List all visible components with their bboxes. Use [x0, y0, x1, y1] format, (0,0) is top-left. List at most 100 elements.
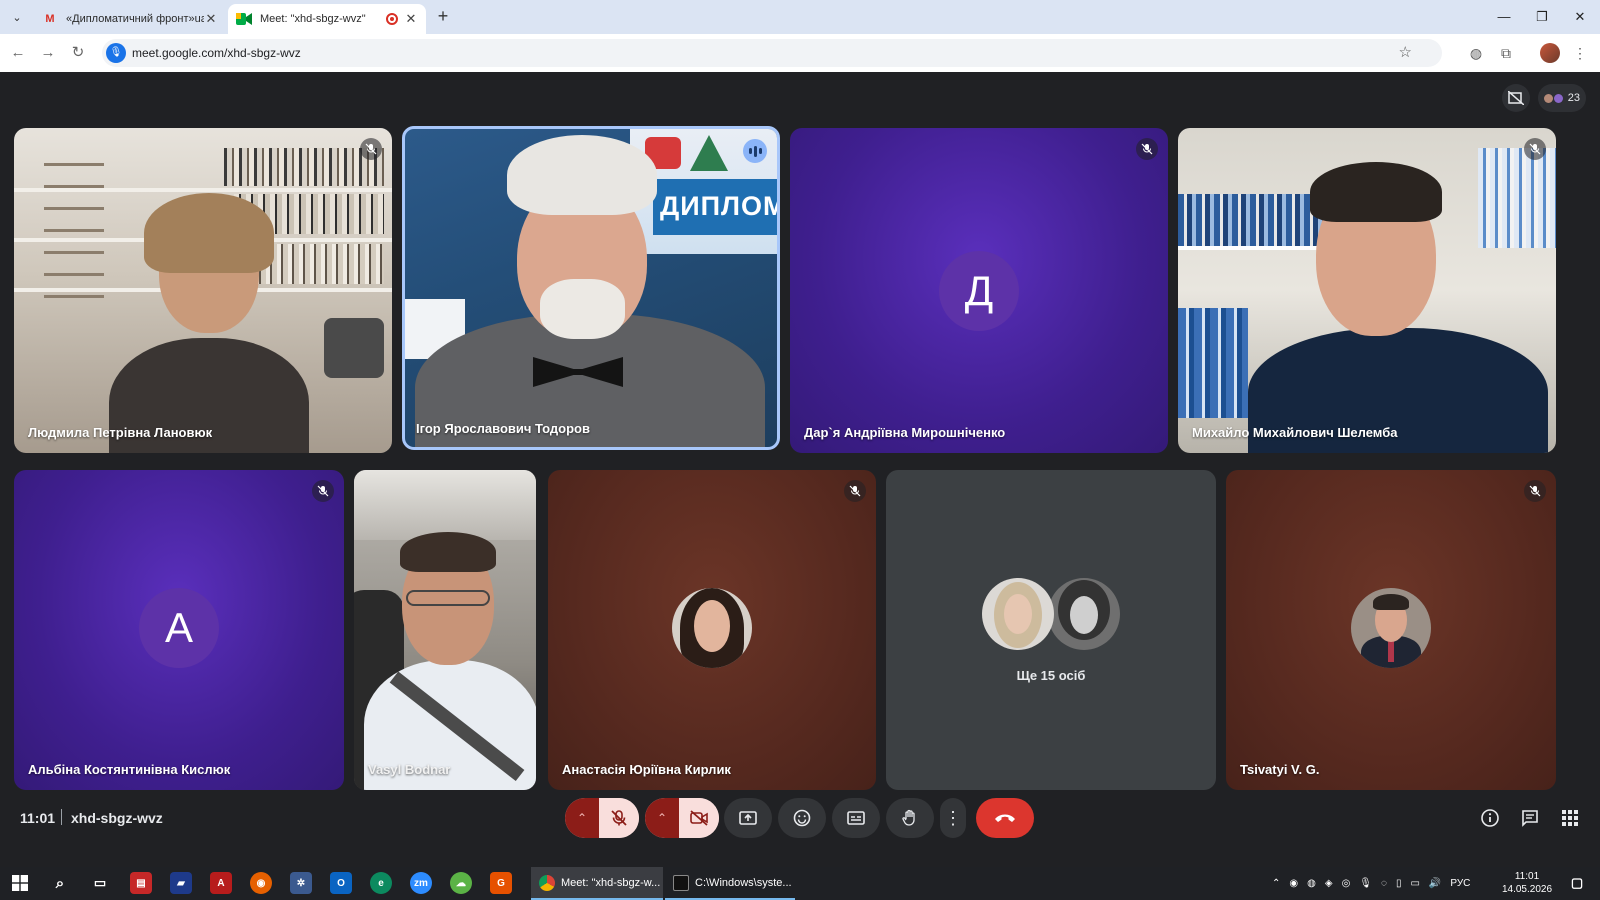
- minimize-button[interactable]: —: [1488, 4, 1520, 30]
- video-settings-chevron-icon[interactable]: ⌃: [645, 798, 679, 838]
- translate-icon[interactable]: ◍: [1466, 43, 1486, 63]
- microphone-tray-icon[interactable]: 🎙: [1359, 878, 1372, 889]
- volume-tray-icon[interactable]: 🔊: [1429, 878, 1441, 889]
- outlook-icon[interactable]: O: [330, 872, 352, 894]
- system-tray: ⌃ ◉ ◍ ◈ ◎ 🎙 ◌ ▯ ▭ 🔊 РУС: [1272, 867, 1470, 900]
- bookmark-star-icon[interactable]: ☆: [1399, 43, 1412, 61]
- viber-tray-icon[interactable]: ◎: [1342, 878, 1351, 889]
- chrome-icon: [539, 874, 555, 891]
- tab-meet[interactable]: Meet: "xhd-sbgz-wvz" ✕: [228, 4, 426, 34]
- present-screen-button[interactable]: [724, 798, 772, 838]
- participant-tile[interactable]: А Альбіна Костянтинівна Кислюк: [14, 470, 344, 790]
- participant-tile[interactable]: Людмила Петрівна Лановюк: [14, 128, 392, 453]
- leave-call-button[interactable]: [976, 798, 1034, 838]
- firefox-icon[interactable]: ◉: [250, 872, 272, 894]
- folder-app-icon[interactable]: ▰: [170, 872, 192, 894]
- mic-toggle-button[interactable]: [599, 798, 639, 838]
- participant-name: Vasyl Bodnar: [368, 762, 451, 777]
- taskbar-app-label: C:\Windows\syste...: [695, 876, 792, 889]
- profile-avatar[interactable]: [1540, 43, 1560, 63]
- back-icon[interactable]: ←: [8, 43, 28, 63]
- info-icon: [1481, 809, 1499, 827]
- usb-tray-icon[interactable]: ▯: [1396, 878, 1402, 889]
- activities-button[interactable]: [1558, 806, 1582, 830]
- cmd-icon: [673, 874, 689, 891]
- windows-start-icon[interactable]: [9, 872, 31, 894]
- cloud-app-icon[interactable]: ☁: [450, 872, 472, 894]
- camera-toggle-button[interactable]: [679, 798, 719, 838]
- emoji-icon: [793, 809, 811, 827]
- microphone-site-icon[interactable]: 🎙: [106, 43, 126, 63]
- participant-tile[interactable]: Д Дар`я Андріївна Мирошніченко: [790, 128, 1168, 453]
- reload-icon[interactable]: ↻: [68, 43, 88, 63]
- pdf-reader-icon[interactable]: A: [210, 872, 232, 894]
- participant-initial-avatar: А: [139, 588, 219, 668]
- hidden-tiles-button[interactable]: [1501, 84, 1530, 112]
- close-window-button[interactable]: ✕: [1564, 4, 1596, 30]
- tab-gmail[interactable]: M «Дипломатичний фронт»ua - I ✕: [34, 4, 226, 34]
- more-options-button[interactable]: ⋮: [940, 798, 966, 838]
- show-hidden-icons-chevron-icon[interactable]: ⌃: [1272, 878, 1280, 889]
- participants-button[interactable]: 23: [1537, 84, 1586, 112]
- globe-tray-icon[interactable]: ◌: [1381, 878, 1387, 889]
- task-view-icon[interactable]: ▭: [89, 872, 111, 894]
- zoom-icon[interactable]: zm: [410, 872, 432, 894]
- microphone-control: ⌃: [565, 798, 639, 838]
- settings-app-icon[interactable]: ✲: [290, 872, 312, 894]
- browser-tab-strip: ⌄ M «Дипломатичний фронт»ua - I ✕ Meet: …: [0, 0, 1600, 34]
- calendar-app-icon[interactable]: ▤: [130, 872, 152, 894]
- record-tray-icon[interactable]: ◉: [1289, 878, 1298, 889]
- windows-taskbar: ⌕ ▭ ▤ ▰ A ◉ ✲ O e zm ☁ G Meet: "xhd-sbgz…: [0, 867, 1600, 900]
- gmail-icon: M: [45, 13, 55, 25]
- extensions-icon[interactable]: ⧉: [1496, 43, 1516, 63]
- reactions-button[interactable]: [778, 798, 826, 838]
- muted-mic-icon: [1524, 480, 1546, 502]
- omnibox[interactable]: 🎙 meet.google.com/xhd-sbgz-wvz ☆: [102, 39, 1442, 67]
- tab-search-button[interactable]: ⌄: [6, 6, 28, 28]
- muted-mic-icon: [312, 480, 334, 502]
- muted-mic-icon: [1524, 138, 1546, 160]
- muted-mic-icon: [844, 480, 866, 502]
- participant-photo-avatar: [1351, 588, 1431, 668]
- participant-tile-active-speaker[interactable]: ДИПЛОМА Ігор Ярославович Тодоров: [402, 126, 780, 450]
- participant-tile[interactable]: Vasyl Bodnar: [354, 470, 536, 790]
- audio-settings-chevron-icon[interactable]: ⌃: [565, 798, 599, 838]
- participant-avatars-icon: [1543, 93, 1563, 103]
- language-indicator[interactable]: РУС: [1450, 878, 1470, 889]
- orange-app-icon[interactable]: G: [490, 872, 512, 894]
- new-tab-button[interactable]: +: [432, 5, 454, 27]
- url-text: meet.google.com/xhd-sbgz-wvz: [132, 46, 301, 60]
- banner-text: ДИПЛОМА: [660, 191, 777, 221]
- present-icon: [739, 811, 757, 825]
- chat-button[interactable]: [1518, 806, 1542, 830]
- address-bar-row: ← → ↻ 🎙 meet.google.com/xhd-sbgz-wvz ☆ ◍…: [0, 34, 1600, 72]
- speaking-indicator-icon: [743, 139, 767, 163]
- close-tab-icon[interactable]: ✕: [404, 11, 418, 27]
- meeting-info-button[interactable]: [1478, 806, 1502, 830]
- taskbar-app-chrome[interactable]: Meet: "xhd-sbgz-w...: [531, 867, 663, 900]
- forward-icon[interactable]: →: [38, 43, 58, 63]
- notifications-icon[interactable]: ▢: [1566, 872, 1588, 894]
- restore-button[interactable]: ❐: [1526, 4, 1558, 30]
- participant-tile[interactable]: Анастасія Юріївна Кирлик: [548, 470, 876, 790]
- participant-count: 23: [1567, 92, 1580, 104]
- raise-hand-button[interactable]: [886, 798, 934, 838]
- others-tile[interactable]: Ще 15 осіб: [886, 470, 1216, 790]
- network-app-tray-icon[interactable]: ◈: [1325, 878, 1333, 889]
- steam-tray-icon[interactable]: ◍: [1307, 878, 1316, 889]
- browser-menu-icon[interactable]: ⋮: [1570, 43, 1590, 63]
- captions-button[interactable]: [832, 798, 880, 838]
- network-tray-icon[interactable]: ▭: [1410, 878, 1419, 889]
- taskbar-app-cmd[interactable]: C:\Windows\syste...: [665, 867, 795, 900]
- participant-name: Михайло Михайлович Шелемба: [1192, 425, 1398, 440]
- participant-tile[interactable]: Михайло Михайлович Шелемба: [1178, 128, 1556, 453]
- system-clock[interactable]: 11:01 14.05.2026: [1496, 870, 1558, 896]
- close-tab-icon[interactable]: ✕: [204, 11, 218, 27]
- edge-icon[interactable]: e: [370, 872, 392, 894]
- participant-tile[interactable]: Tsivatyi V. G.: [1226, 470, 1556, 790]
- search-icon[interactable]: ⌕: [49, 872, 71, 894]
- participant-photo-avatar: [1048, 578, 1120, 650]
- muted-mic-icon: [360, 138, 382, 160]
- hand-icon: [902, 809, 915, 826]
- tab-title: «Дипломатичний фронт»ua - I: [66, 13, 204, 25]
